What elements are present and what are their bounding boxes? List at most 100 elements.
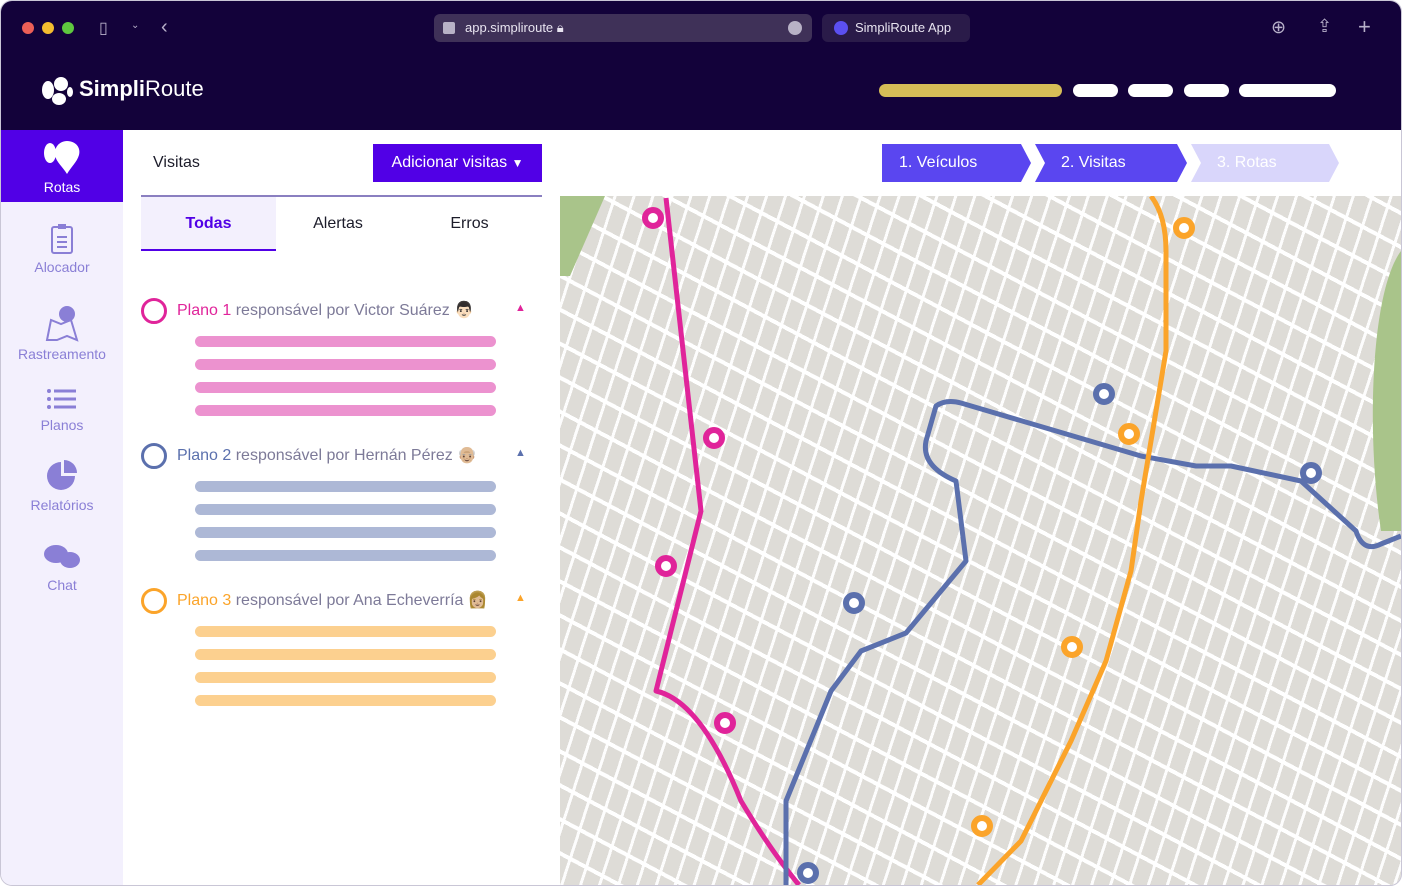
sidebar-toggle-icon[interactable]: ▯: [99, 18, 108, 38]
park-area: [560, 196, 605, 276]
visit-placeholder-bar[interactable]: [195, 359, 496, 370]
header-placeholder: [1128, 84, 1173, 97]
plan-header[interactable]: Plano 2 responsável por Hernán Pérez 👴🏼 …: [141, 443, 531, 469]
plan-header[interactable]: Plano 3 responsável por Ana Echeverría 👩…: [141, 588, 531, 614]
sidebar-label: Alocador: [34, 259, 90, 275]
more-icon[interactable]: [788, 21, 802, 35]
stop-marker[interactable]: [642, 207, 664, 229]
route-layer: [560, 196, 1401, 885]
visit-placeholder-bar[interactable]: [195, 336, 496, 347]
header-placeholder: [1239, 84, 1336, 97]
visit-placeholder-bar[interactable]: [195, 405, 496, 416]
sidebar-item-chat[interactable]: Chat: [1, 543, 123, 593]
park-area: [1372, 251, 1401, 531]
stop-marker[interactable]: [1118, 423, 1140, 445]
map-pin-icon: [45, 306, 79, 342]
sidebar-label: Rastreamento: [18, 346, 106, 362]
header-placeholder: [879, 84, 1062, 97]
visit-placeholder-bar[interactable]: [195, 626, 496, 637]
stop-marker[interactable]: [797, 862, 819, 884]
address-bar[interactable]: app.simpliroute 🔒︎: [434, 14, 812, 42]
sidebar-label: Planos: [40, 417, 84, 433]
plan-owner: responsável por Victor Suárez: [235, 302, 450, 319]
route-map[interactable]: [560, 196, 1401, 885]
download-icon[interactable]: ⊕: [1271, 17, 1286, 38]
avatar-emoji: 👨🏻: [454, 302, 475, 319]
share-icon[interactable]: ⇪: [1317, 16, 1332, 37]
add-visits-button[interactable]: Adicionar visitas ▼: [373, 144, 542, 182]
panel-title: Visitas: [153, 154, 200, 171]
stop-marker[interactable]: [1173, 217, 1195, 239]
collapse-triangle-icon[interactable]: ▲: [515, 447, 526, 459]
sidebar-label: Chat: [47, 577, 77, 593]
stop-marker[interactable]: [714, 712, 736, 734]
sidebar-label: Relatórios: [30, 497, 94, 513]
back-icon[interactable]: ‹: [161, 16, 168, 39]
plan-owner: responsável por Ana Echeverría: [235, 592, 464, 609]
stop-marker[interactable]: [843, 592, 865, 614]
sidebar-item-planos[interactable]: Planos: [1, 387, 123, 433]
header-placeholder: [1184, 84, 1229, 97]
stop-marker[interactable]: [1300, 462, 1322, 484]
visit-placeholder-bar[interactable]: [195, 382, 496, 393]
simpliroute-logo-icon: [42, 77, 73, 105]
collapse-triangle-icon[interactable]: ▲: [515, 302, 526, 314]
stop-marker[interactable]: [971, 815, 993, 837]
sidebar-label: Rotas: [43, 179, 81, 195]
stop-marker[interactable]: [703, 427, 725, 449]
stop-marker[interactable]: [655, 555, 677, 577]
visit-tabs: Todas Alertas Erros: [141, 195, 542, 251]
plan-name: Plano 3: [177, 592, 232, 609]
step-rotas[interactable]: 3. Rotas: [1191, 144, 1339, 182]
plan-ring-icon: [141, 588, 167, 614]
sidebar-item-rastreamento[interactable]: Rastreamento: [1, 304, 123, 362]
new-tab-icon[interactable]: +: [1358, 14, 1371, 40]
visit-placeholder-bar[interactable]: [195, 527, 496, 538]
caret-down-icon: ▼: [511, 156, 524, 170]
plan-name: Plano 2: [177, 447, 232, 464]
header-placeholder: [1073, 84, 1118, 97]
avatar-emoji: 👩🏼: [467, 592, 488, 609]
chevron-down-icon[interactable]: ⌄: [131, 20, 139, 31]
brand-logo[interactable]: SimpliRoute: [79, 76, 204, 102]
sidebar-item-alocador[interactable]: Alocador: [1, 223, 123, 275]
site-icon: [443, 22, 455, 34]
rotas-icon: [44, 141, 80, 174]
step-visitas[interactable]: 2. Visitas: [1035, 144, 1187, 182]
plan-header[interactable]: Plano 1 responsável por Victor Suárez 👨🏻…: [141, 298, 531, 324]
close-window-button[interactable]: [22, 22, 34, 34]
stop-marker[interactable]: [1093, 383, 1115, 405]
url-text: app.simpliroute: [465, 20, 554, 35]
browser-window: ▯ ⌄ ‹ app.simpliroute 🔒︎ SimpliRoute App…: [0, 0, 1402, 886]
tab-todas[interactable]: Todas: [141, 197, 276, 251]
visit-placeholder-bar[interactable]: [195, 550, 496, 561]
avatar-emoji: 👴🏼: [457, 447, 478, 464]
browser-tab[interactable]: SimpliRoute App: [822, 14, 970, 42]
sidebar-item-rotas[interactable]: Rotas: [1, 139, 123, 195]
clipboard-icon: [51, 224, 73, 254]
visit-placeholder-bar[interactable]: [195, 504, 496, 515]
chat-icon: [44, 545, 80, 568]
minimize-window-button[interactable]: [42, 22, 54, 34]
tab-erros[interactable]: Erros: [406, 197, 533, 251]
visit-placeholder-bar[interactable]: [195, 672, 496, 683]
plan-owner: responsável por Hernán Pérez: [235, 447, 453, 464]
maximize-window-button[interactable]: [62, 22, 74, 34]
tab-alertas[interactable]: Alertas: [276, 197, 400, 251]
visit-placeholder-bar[interactable]: [195, 649, 496, 660]
tab-title: SimpliRoute App: [855, 20, 952, 35]
visit-placeholder-bar[interactable]: [195, 481, 496, 492]
route-line-1[interactable]: [653, 197, 801, 885]
visit-placeholder-bar[interactable]: [195, 695, 496, 706]
sidebar-item-relatorios[interactable]: Relatórios: [1, 459, 123, 513]
list-icon: [47, 389, 76, 409]
collapse-triangle-icon[interactable]: ▲: [515, 592, 526, 604]
pie-chart-icon: [47, 460, 77, 490]
top-bar: ▯ ⌄ ‹ app.simpliroute 🔒︎ SimpliRoute App…: [1, 1, 1401, 130]
lock-icon: 🔒︎: [556, 20, 564, 35]
plan-ring-icon: [141, 298, 167, 324]
step-veiculos[interactable]: 1. Veículos: [882, 144, 1031, 182]
stop-marker[interactable]: [1061, 636, 1083, 658]
route-line-3[interactable]: [976, 196, 1169, 885]
plan-ring-icon: [141, 443, 167, 469]
